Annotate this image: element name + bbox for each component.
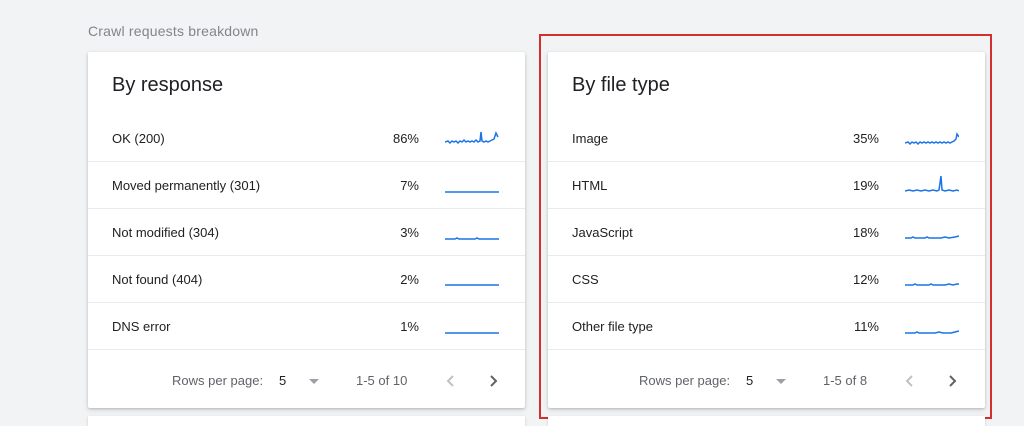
rows-per-page-select[interactable]: 5 <box>279 373 286 388</box>
table-row[interactable]: Not found (404) 2% <box>88 256 525 303</box>
next-card-edge <box>548 416 985 426</box>
rows-per-page-select[interactable]: 5 <box>746 373 753 388</box>
row-label: OK (200) <box>112 131 165 146</box>
chevron-left-icon <box>446 375 454 387</box>
pagination-range: 1-5 of 10 <box>356 373 408 388</box>
sparkline-chart <box>445 237 499 240</box>
section-title: Crawl requests breakdown <box>88 23 259 39</box>
sparkline-chart <box>905 330 959 334</box>
row-label: JavaScript <box>572 225 633 240</box>
table-row[interactable]: DNS error 1% <box>88 303 525 350</box>
previous-page-button[interactable] <box>898 369 922 393</box>
sparkline-chart <box>905 175 959 192</box>
row-percentage: 35% <box>852 131 879 146</box>
table-row[interactable]: Not modified (304) 3% <box>88 209 525 256</box>
row-label: DNS error <box>112 319 171 334</box>
row-label: Other file type <box>572 319 653 334</box>
sparkline-chart <box>445 191 499 193</box>
card-title: By response <box>112 74 224 96</box>
row-label: Not found (404) <box>112 272 203 287</box>
row-label: Not modified (304) <box>112 225 219 240</box>
sparkline-chart <box>905 235 959 239</box>
by-file-type-card: By file type Image 35% HTML 19% JavaScri… <box>548 52 985 408</box>
table-row[interactable]: Other file type 11% <box>548 303 985 350</box>
chevron-right-icon <box>949 375 957 387</box>
row-label: Image <box>572 131 609 146</box>
row-label: HTML <box>572 178 608 193</box>
row-percentage: 12% <box>852 272 879 287</box>
response-rows: OK (200) 86% Moved permanently (301) 7% … <box>88 115 525 350</box>
row-percentage: 86% <box>392 131 419 146</box>
sparkline-chart <box>445 284 499 286</box>
row-label: CSS <box>572 272 599 287</box>
sparkline-chart <box>445 332 499 334</box>
pagination-footer: Rows per page: 5 1-5 of 10 <box>88 369 525 393</box>
table-row[interactable]: HTML 19% <box>548 162 985 209</box>
sparkline-chart <box>445 131 499 145</box>
pagination-range: 1-5 of 8 <box>823 373 868 388</box>
dropdown-arrow-icon[interactable] <box>309 379 319 384</box>
row-percentage: 2% <box>400 272 419 287</box>
sparkline-chart <box>905 283 959 286</box>
rows-per-page-label: Rows per page: <box>172 373 264 388</box>
chevron-left-icon <box>905 375 913 387</box>
card-title: By file type <box>572 74 670 96</box>
chevron-right-icon <box>490 375 498 387</box>
row-label: Moved permanently (301) <box>112 178 261 193</box>
table-row[interactable]: Moved permanently (301) 7% <box>88 162 525 209</box>
by-response-card: By response OK (200) 86% Moved permanent… <box>88 52 525 408</box>
row-percentage: 18% <box>852 225 879 240</box>
rows-per-page-label: Rows per page: <box>639 373 731 388</box>
sparkline-chart <box>905 132 959 146</box>
row-percentage: 19% <box>852 178 879 193</box>
file-type-rows: Image 35% HTML 19% JavaScript 18% CSS 12… <box>548 115 985 350</box>
table-row[interactable]: JavaScript 18% <box>548 209 985 256</box>
table-row[interactable]: Image 35% <box>548 115 985 162</box>
pagination-footer: Rows per page: 5 1-5 of 8 <box>548 369 985 393</box>
table-row[interactable]: CSS 12% <box>548 256 985 303</box>
next-page-button[interactable] <box>481 369 505 393</box>
next-page-button[interactable] <box>940 369 964 393</box>
next-card-edge <box>88 416 525 426</box>
previous-page-button[interactable] <box>439 369 463 393</box>
row-percentage: 3% <box>400 225 419 240</box>
table-row[interactable]: OK (200) 86% <box>88 115 525 162</box>
row-percentage: 1% <box>400 319 419 334</box>
dropdown-arrow-icon[interactable] <box>776 379 786 384</box>
row-percentage: 7% <box>400 178 419 193</box>
row-percentage: 11% <box>853 319 879 334</box>
